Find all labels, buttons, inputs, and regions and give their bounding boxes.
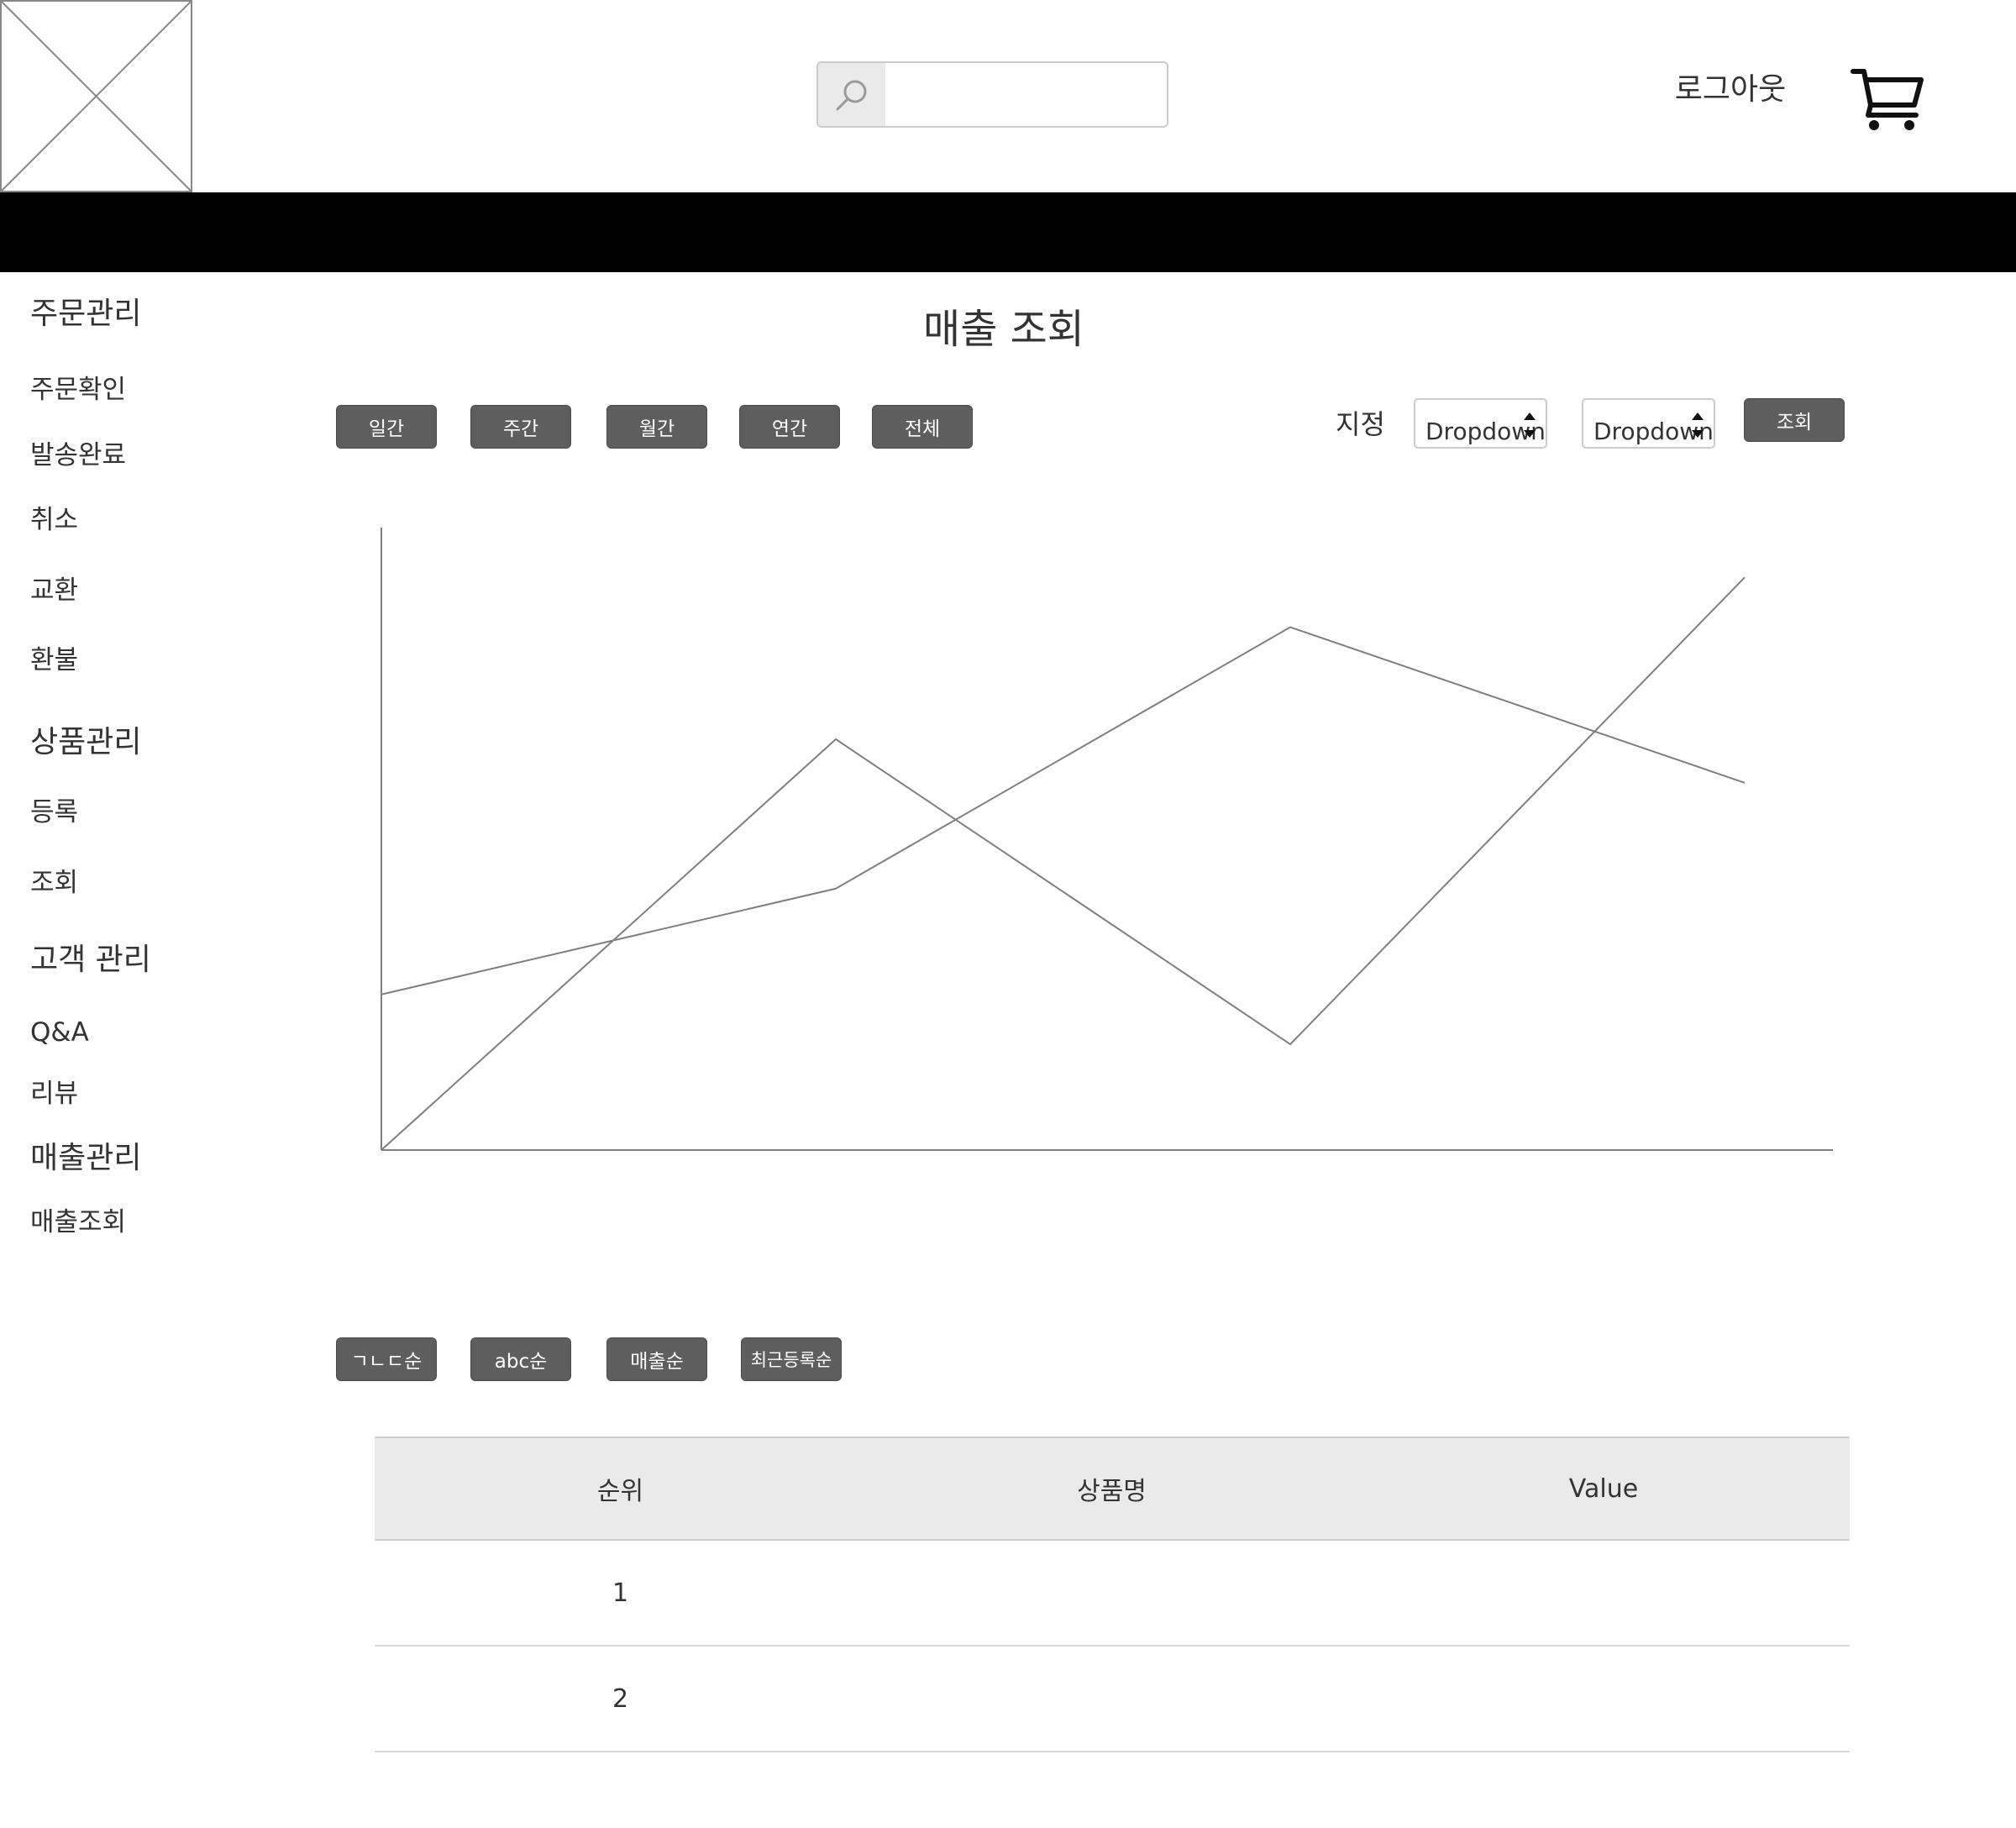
table-cell-rank: 2 (612, 1684, 629, 1714)
sidebar-category-sales-management[interactable]: 매출관리 (30, 1138, 141, 1179)
search-input[interactable] (887, 63, 1167, 126)
table-row[interactable]: 1 (375, 1541, 1850, 1647)
sidebar-item-product-register[interactable]: 등록 (30, 795, 78, 830)
table-cell-value (1357, 1541, 1850, 1645)
period-button-weekly[interactable]: 주간 (470, 405, 571, 449)
period-button-monthly[interactable]: 월간 (606, 405, 707, 449)
dropdown-arrows-icon (1692, 412, 1704, 438)
table-cell-product-name (866, 1647, 1357, 1751)
query-button[interactable]: 조회 (1744, 398, 1845, 442)
logout-link[interactable]: 로그아웃 (1646, 69, 1814, 111)
sort-button-recent[interactable]: 최근등록순 (741, 1337, 842, 1381)
sidebar-item-order-confirm[interactable]: 주문확인 (30, 372, 126, 407)
search-box[interactable] (816, 61, 1168, 128)
sidebar-item-exchange[interactable]: 교환 (30, 573, 78, 608)
table-header-rank[interactable]: 순위 (375, 1438, 866, 1539)
table-cell-product-name (866, 1541, 1357, 1645)
page-title: 매출 조회 (923, 306, 1084, 353)
start-date-dropdown[interactable]: Dropdown (1414, 398, 1547, 449)
table-cell-rank: 1 (612, 1578, 629, 1608)
sidebar-item-sales-view[interactable]: 매출조회 (30, 1205, 126, 1240)
period-button-daily[interactable]: 일간 (336, 405, 437, 449)
sidebar-category-order-management[interactable]: 주문관리 (30, 294, 141, 334)
sidebar-item-refund[interactable]: 환불 (30, 643, 78, 678)
sidebar-category-customer-management[interactable]: 고객 관리 (30, 940, 151, 980)
end-date-dropdown[interactable]: Dropdown (1582, 398, 1715, 449)
sidebar-item-shipped[interactable]: 발송완료 (30, 438, 126, 473)
table-header-value[interactable]: Value (1357, 1438, 1850, 1539)
custom-range-label: 지정 (1336, 408, 1385, 440)
cart-icon[interactable] (1851, 65, 1926, 132)
sidebar-item-review[interactable]: 리뷰 (30, 1076, 78, 1111)
logo-image-placeholder (0, 0, 192, 192)
table-cell-value (1357, 1647, 1850, 1751)
sidebar-category-product-management[interactable]: 상품관리 (30, 722, 141, 763)
sort-button-abc[interactable]: abc순 (470, 1337, 571, 1381)
table-header-product-name[interactable]: 상품명 (866, 1438, 1357, 1539)
period-button-all[interactable]: 전체 (872, 405, 973, 449)
sidebar-item-qna[interactable]: Q&A (30, 1015, 89, 1050)
sidebar-item-product-view[interactable]: 조회 (30, 865, 78, 901)
sidebar-item-cancel[interactable]: 취소 (30, 502, 78, 538)
series-line-1 (381, 576, 1746, 1151)
dropdown-arrows-icon (1524, 412, 1536, 438)
period-button-yearly[interactable]: 연간 (739, 405, 840, 449)
sales-ranking-table: 순위 상품명 Value 1 2 (375, 1437, 1850, 1752)
sort-button-sales[interactable]: 매출순 (606, 1337, 707, 1381)
sales-line-chart (381, 528, 1833, 1151)
table-header-row: 순위 상품명 Value (375, 1437, 1850, 1541)
series-line-2 (381, 626, 1746, 995)
navigation-bar (0, 192, 2016, 272)
search-icon[interactable] (818, 63, 885, 126)
table-row[interactable]: 2 (375, 1647, 1850, 1752)
sort-button-korean-alpha[interactable]: ㄱㄴㄷ순 (336, 1337, 437, 1381)
